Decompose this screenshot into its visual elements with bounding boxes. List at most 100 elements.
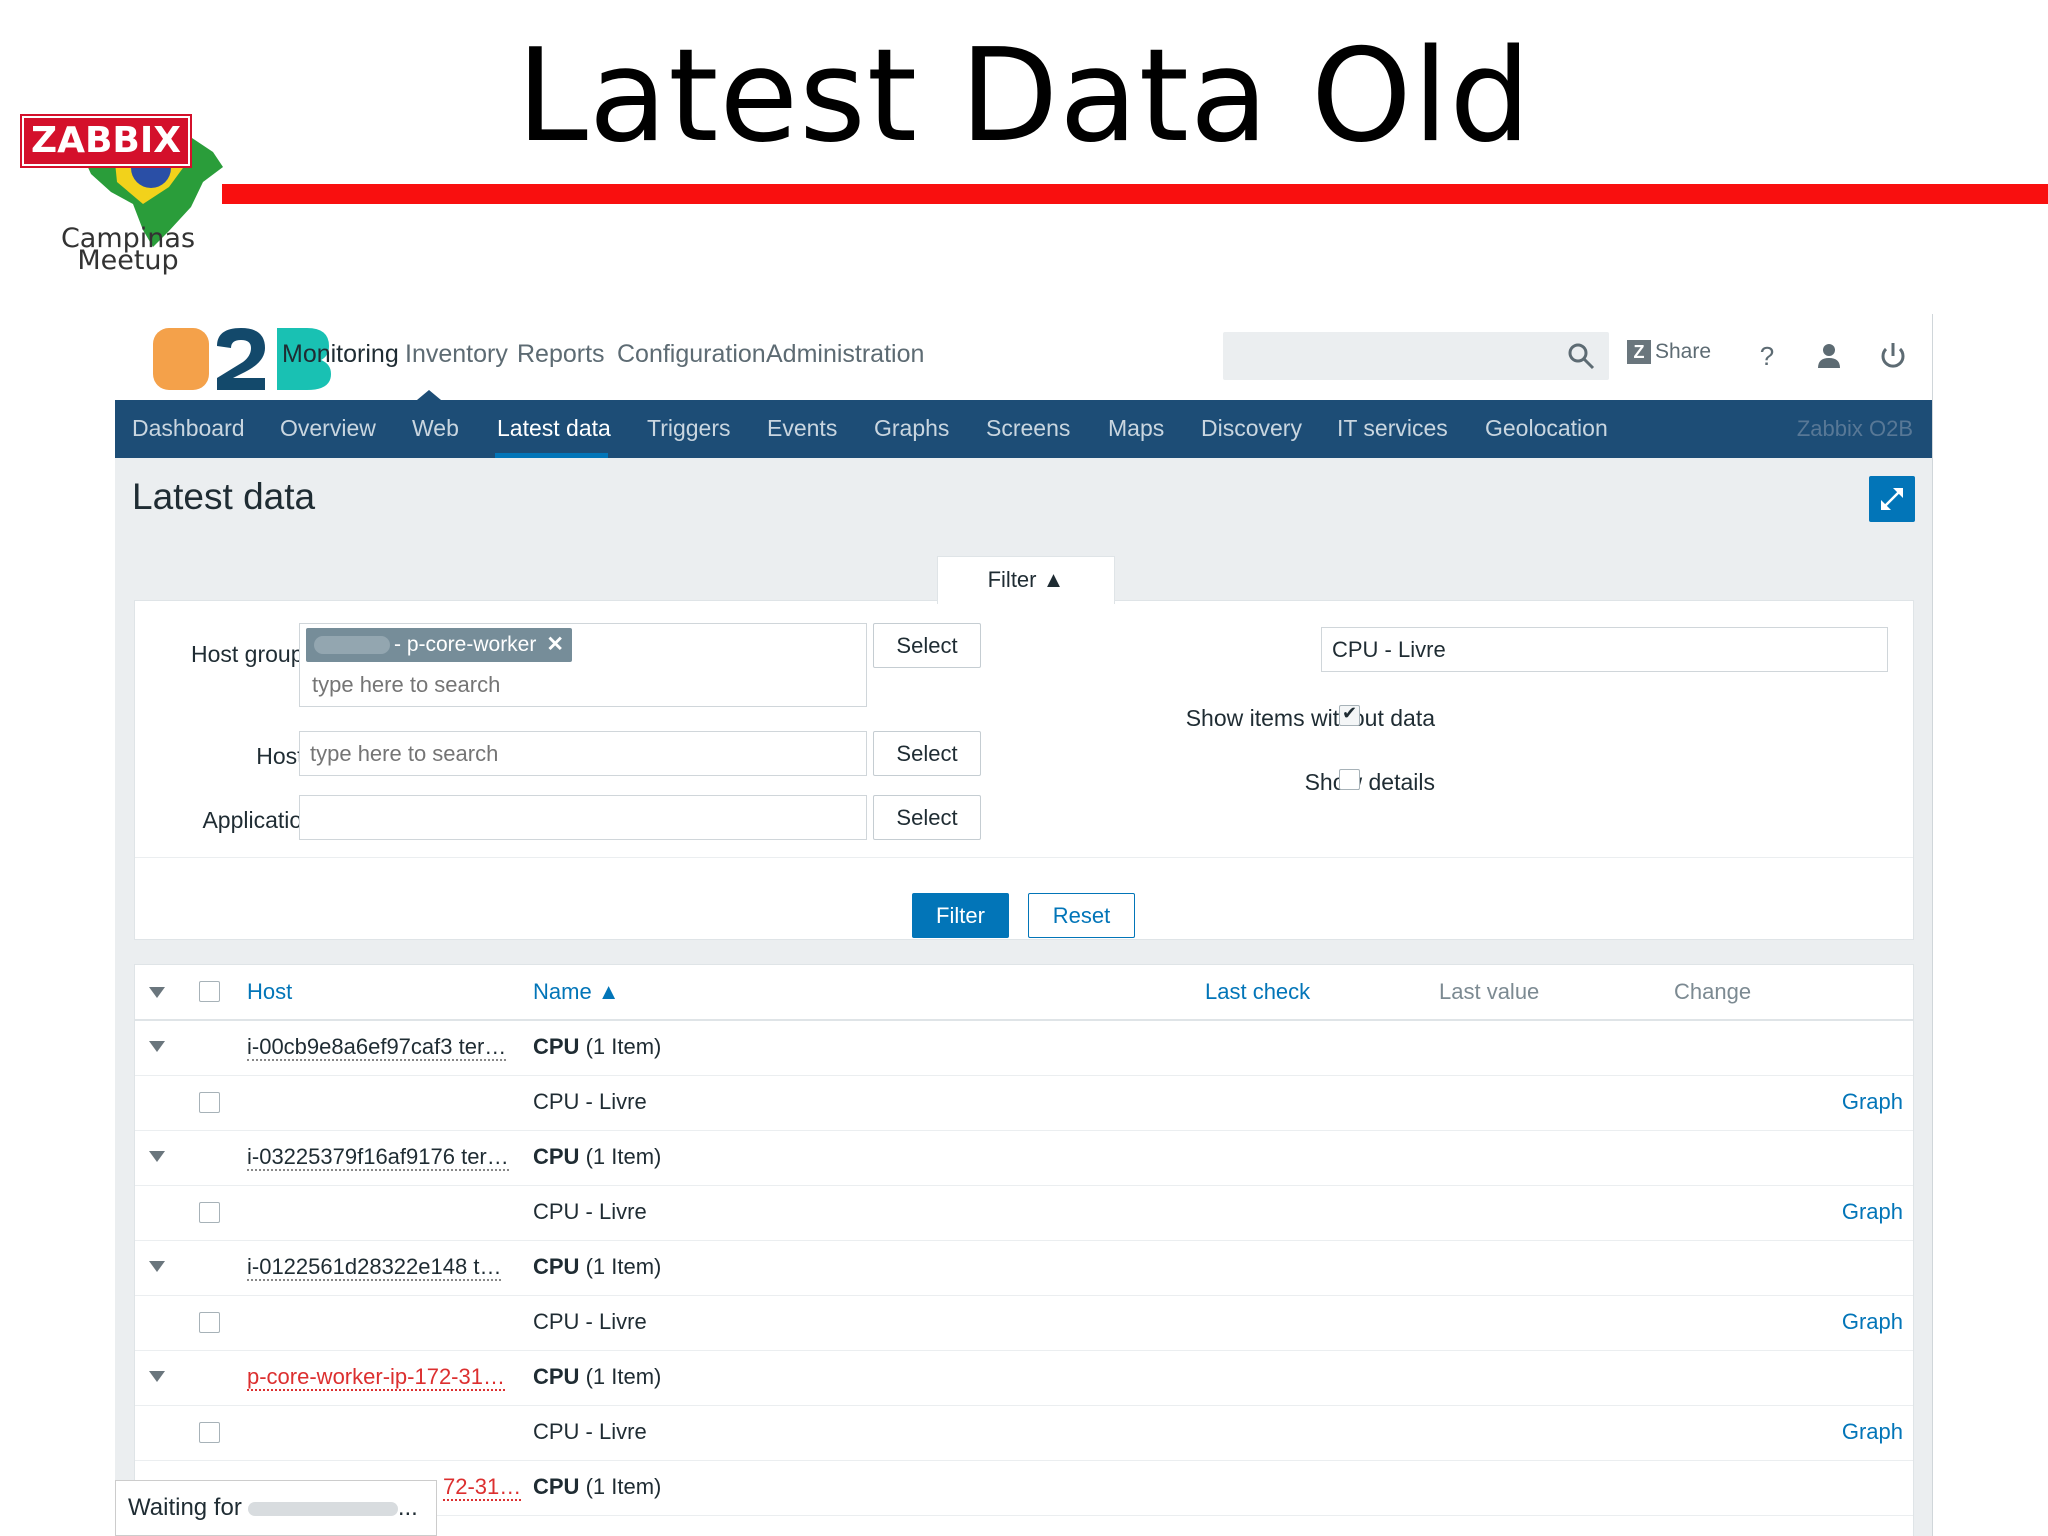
graph-link[interactable]: Graph xyxy=(1842,1089,1903,1115)
item-checkbox[interactable] xyxy=(199,1312,220,1333)
latest-data-table: Host Name ▲ Last check Last value Change… xyxy=(134,964,1914,1536)
nav-inventory[interactable]: Inventory xyxy=(405,340,508,369)
host-group-chip[interactable]: - p-core-worker ✕ xyxy=(306,628,572,662)
filter-reset-button[interactable]: Reset xyxy=(1028,893,1135,938)
table-row-group: i-00cb9e8a6ef97caf3 ter… CPU (1 Item) xyxy=(135,1021,1913,1076)
user-profile-icon[interactable] xyxy=(1811,338,1847,374)
nav-reports[interactable]: Reports xyxy=(517,340,605,369)
host-groups-search-input[interactable] xyxy=(310,670,850,700)
name-input[interactable] xyxy=(1321,627,1888,672)
subnav-discovery[interactable]: Discovery xyxy=(1201,415,1302,442)
remove-chip-icon[interactable]: ✕ xyxy=(546,633,564,656)
group-collapse-caret-icon[interactable] xyxy=(149,1041,165,1052)
column-name[interactable]: Name ▲ xyxy=(533,979,620,1005)
zabbix-campinas-logo: ZABBIX Campinas Meetup xyxy=(18,100,228,290)
active-nav-caret-icon xyxy=(417,390,441,400)
application-group: CPU (1 Item) xyxy=(533,1364,662,1389)
host-link[interactable]: i-00cb9e8a6ef97caf3 ter… xyxy=(247,1035,507,1061)
subnav-triggers[interactable]: Triggers xyxy=(647,415,731,442)
show-items-without-data-checkbox[interactable] xyxy=(1339,703,1360,726)
application-select-button[interactable]: Select xyxy=(873,795,981,840)
redacted-text xyxy=(247,1501,398,1516)
application-label: Application xyxy=(202,807,315,833)
application-input[interactable] xyxy=(299,795,867,840)
subnav-events[interactable]: Events xyxy=(767,415,837,442)
item-checkbox[interactable] xyxy=(199,1422,220,1443)
column-last-check[interactable]: Last check xyxy=(1205,979,1310,1005)
hosts-select-button[interactable]: Select xyxy=(873,731,981,776)
application-group: CPU (1 Item) xyxy=(533,1254,662,1279)
filter-divider xyxy=(135,857,1913,858)
subnav-web[interactable]: Web xyxy=(412,415,459,442)
table-row: CPU - Livre Graph xyxy=(135,1406,1913,1461)
application-group: CPU (1 Item) xyxy=(533,1144,662,1169)
group-collapse-caret-icon[interactable] xyxy=(149,1261,165,1272)
table-row-group: i-0122561d28322e148 t… CPU (1 Item) xyxy=(135,1241,1913,1296)
share-button[interactable]: Z Share xyxy=(1627,340,1711,364)
fullscreen-button[interactable] xyxy=(1869,476,1915,522)
host-groups-multiselect[interactable]: - p-core-worker ✕ xyxy=(299,623,867,707)
subnav-dashboard[interactable]: Dashboard xyxy=(132,415,245,442)
nav-monitoring[interactable]: Monitoring xyxy=(282,340,399,369)
group-collapse-caret-icon[interactable] xyxy=(149,1151,165,1162)
show-items-without-data-label: Show items without data xyxy=(1185,705,1435,731)
redacted-text xyxy=(314,636,390,655)
filter-panel: Host groups - p-core-worker✕ Select Host… xyxy=(134,600,1914,940)
column-last-value: Last value xyxy=(1439,979,1540,1004)
table-row: CPU - Livre Graph xyxy=(135,1296,1913,1351)
table-row: CPU - Livre Graph xyxy=(135,1186,1913,1241)
host-groups-label: Host groups xyxy=(190,641,315,667)
item-checkbox[interactable] xyxy=(199,1202,220,1223)
nav-configuration[interactable]: Configuration xyxy=(617,340,766,369)
host-link-problem[interactable]: 72-31… xyxy=(443,1475,522,1501)
nav-administration[interactable]: Administration xyxy=(766,340,924,369)
subnav-screens[interactable]: Screens xyxy=(986,415,1070,442)
column-change: Change xyxy=(1674,979,1752,1004)
table-row-group: i-03225379f16af9176 ter… CPU (1 Item) xyxy=(135,1131,1913,1186)
collapse-all-caret-icon[interactable] xyxy=(149,987,165,998)
item-checkbox[interactable] xyxy=(199,1092,220,1113)
hosts-search-input[interactable] xyxy=(299,731,867,776)
subnav-it-services[interactable]: IT services xyxy=(1337,415,1448,442)
column-host[interactable]: Host xyxy=(247,979,292,1005)
graph-link[interactable]: Graph xyxy=(1842,1309,1903,1335)
item-name: CPU - Livre xyxy=(533,1309,647,1334)
graph-link[interactable]: Graph xyxy=(1842,1199,1903,1225)
host-link[interactable]: i-0122561d28322e148 t… xyxy=(247,1255,502,1281)
item-name: CPU - Livre xyxy=(533,1419,647,1444)
share-label: Share xyxy=(1655,340,1712,363)
application-group: CPU (1 Item) xyxy=(533,1034,662,1059)
host-groups-select-button[interactable]: Select xyxy=(873,623,981,668)
search-input[interactable] xyxy=(1223,332,1553,380)
page-header: Latest data xyxy=(115,458,1932,532)
host-link-problem[interactable]: p-core-worker-ip-172-31… xyxy=(247,1365,505,1391)
search-icon[interactable] xyxy=(1567,342,1595,370)
select-all-checkbox[interactable] xyxy=(199,981,220,1002)
page-title: Latest data xyxy=(132,476,316,517)
secondary-navigation-bar: Dashboard Overview Web Latest data Trigg… xyxy=(115,400,1932,458)
hosts-label: Hosts xyxy=(256,743,315,769)
global-search xyxy=(1223,332,1609,380)
subnav-geolocation[interactable]: Geolocation xyxy=(1485,415,1608,442)
table-header: Host Name ▲ Last check Last value Change xyxy=(135,965,1913,1021)
subnav-latest-data[interactable]: Latest data xyxy=(497,415,611,442)
show-details-checkbox[interactable] xyxy=(1339,769,1360,790)
group-collapse-caret-icon[interactable] xyxy=(149,1371,165,1382)
table-row: CPU - Livre Graph xyxy=(135,1076,1913,1131)
zabbix-app-window: Monitoring Inventory Reports Configurati… xyxy=(115,314,1933,1536)
table-row-group: p-core-worker-ip-172-31… CPU (1 Item) xyxy=(135,1351,1913,1406)
graph-link[interactable]: Graph xyxy=(1842,1419,1903,1445)
item-name: CPU - Livre xyxy=(533,1089,647,1114)
help-icon[interactable]: ? xyxy=(1749,338,1785,374)
item-name: CPU - Livre xyxy=(533,1199,647,1224)
subnav-maps[interactable]: Maps xyxy=(1108,415,1164,442)
subnav-overview[interactable]: Overview xyxy=(280,415,376,442)
host-link[interactable]: i-03225379f16af9176 ter… xyxy=(247,1145,509,1171)
slide-title: Latest Data Old xyxy=(516,22,1532,171)
application-group: CPU (1 Item) xyxy=(533,1474,662,1499)
sign-out-power-icon[interactable] xyxy=(1875,338,1911,374)
browser-status-bar: Waiting for... xyxy=(115,1480,437,1536)
filter-toggle-tab[interactable]: Filter ▲ xyxy=(937,556,1115,604)
filter-apply-button[interactable]: Filter xyxy=(912,893,1009,938)
subnav-graphs[interactable]: Graphs xyxy=(874,415,949,442)
